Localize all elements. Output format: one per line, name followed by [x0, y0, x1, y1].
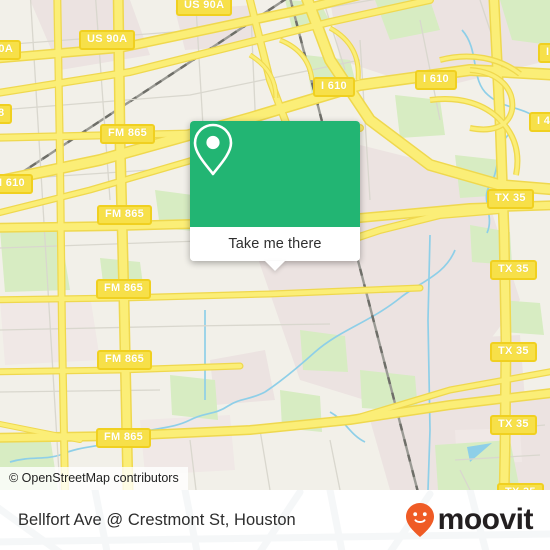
highway-shield: I 610 [313, 77, 355, 97]
highway-shield: 90A [0, 40, 22, 60]
popup-image-area [190, 121, 360, 227]
highway-shield: FM 865 [97, 205, 153, 225]
highway-shield: TX 35 [490, 342, 537, 362]
moovit-smiley-pin-icon [405, 503, 434, 537]
take-me-there-label: Take me there [228, 236, 322, 252]
highway-shield: TX 35 [497, 483, 544, 490]
location-popup[interactable]: Take me there [190, 121, 360, 271]
highway-shield: I [538, 43, 550, 63]
moovit-wordmark: moovit [437, 503, 534, 536]
highway-shield: TX 35 [490, 415, 537, 435]
map-screenshot: US 90A US 90A 90A I 610 I 610 I I 4 8 FM 865 I 61… [0, 0, 550, 550]
popup-action-bar[interactable]: Take me there [190, 227, 360, 271]
highway-shield: TX 35 [487, 189, 534, 209]
highway-shield: FM 865 [97, 350, 153, 370]
map-canvas[interactable]: US 90A US 90A 90A I 610 I 610 I I 4 8 FM 865 I 61… [0, 0, 550, 490]
popup-tail [265, 261, 285, 271]
highway-shield: FM 865 [100, 124, 156, 144]
highway-shield: FM 865 [96, 428, 152, 448]
map-attribution[interactable]: © OpenStreetMap contributors [0, 467, 188, 490]
highway-shield: I 610 [0, 174, 33, 194]
highway-shield: 8 [0, 104, 13, 124]
stop-name-title: Bellfort Ave @ Crestmont St, Houston [18, 510, 296, 529]
highway-shield: I 4 [529, 112, 550, 132]
footer-bar: Bellfort Ave @ Crestmont St, Houston moo… [0, 490, 550, 550]
highway-shield: TX 35 [490, 260, 537, 280]
highway-shield: US 90A [79, 30, 136, 50]
location-pin-icon [193, 123, 233, 176]
highway-shield: US 90A [176, 0, 233, 16]
highway-shield: FM 865 [96, 279, 152, 299]
highway-shield: I 610 [415, 70, 457, 90]
moovit-logo[interactable]: moovit [405, 490, 534, 550]
